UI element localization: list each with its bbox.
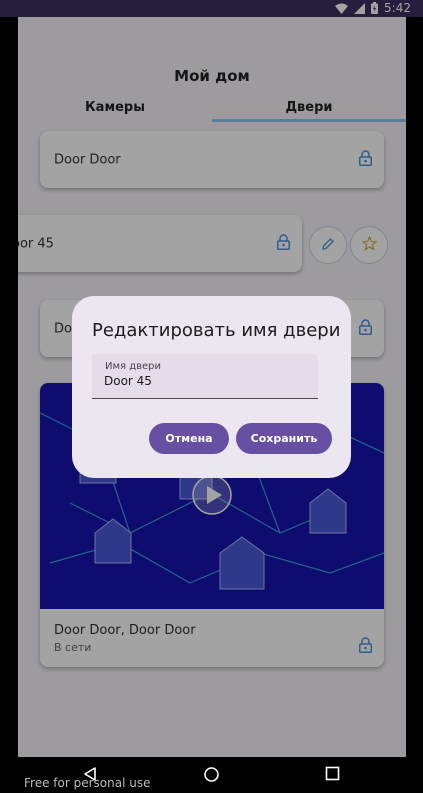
home-icon[interactable] [203, 766, 220, 787]
door-name-input[interactable] [104, 374, 309, 388]
cancel-button[interactable]: Отмена [149, 423, 229, 454]
dialog-title: Редактировать имя двери [92, 320, 341, 341]
recents-icon[interactable] [325, 766, 340, 785]
watermark: Free for personal use [24, 776, 151, 790]
door-name-field[interactable]: Имя двери [92, 354, 318, 399]
field-label: Имя двери [105, 361, 162, 372]
save-button[interactable]: Сохранить [236, 423, 332, 454]
edit-door-name-dialog: Редактировать имя двери Имя двери Отмена… [72, 296, 351, 478]
